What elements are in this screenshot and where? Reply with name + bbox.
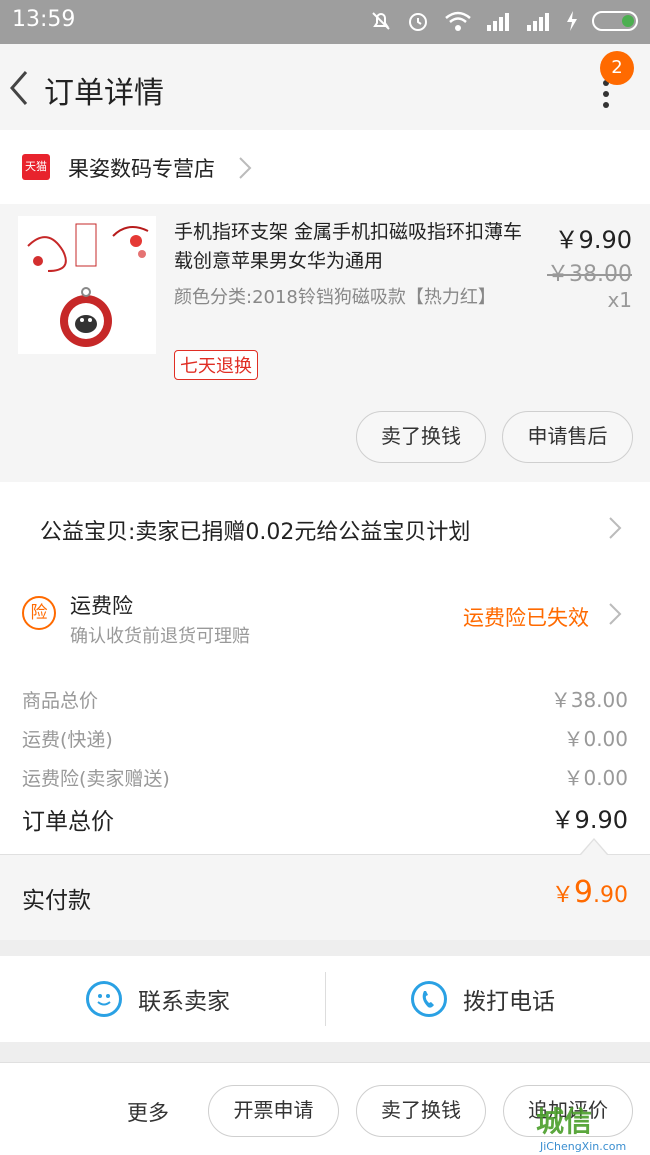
chevron-right-icon	[609, 603, 622, 625]
original-price: ￥38.00	[547, 262, 632, 287]
contact-seller-label: 联系卖家	[138, 989, 230, 1015]
after-sales-button[interactable]: 申请售后	[502, 411, 633, 463]
product-quantity: x1	[607, 288, 632, 312]
paid-row: 实付款 ￥9.90	[0, 854, 650, 940]
charity-row[interactable]: 公益宝贝:卖家已捐赠0.02元给公益宝贝计划	[0, 482, 650, 578]
signal-icon-2	[527, 13, 549, 31]
product-thumbnail[interactable]	[18, 216, 156, 354]
store-name[interactable]: 果姿数码专营店	[68, 153, 215, 183]
product-sku: 颜色分类:2018铃铛狗磁吸款【热力红】	[174, 287, 496, 308]
chat-face-icon	[86, 981, 122, 1017]
charging-icon	[567, 11, 577, 31]
sell-for-cash-button[interactable]: 卖了换钱	[356, 411, 486, 463]
watermark-sub: JiChengXin.com	[540, 1140, 627, 1153]
notification-badge: 2	[600, 51, 634, 85]
chevron-right-icon	[239, 157, 252, 179]
paid-label: 实付款	[22, 888, 91, 914]
shipping-insurance-row[interactable]: 险 运费险 确认收货前退货可理赔 运费险已失效	[0, 578, 650, 658]
sell-for-cash-button[interactable]: 卖了换钱	[356, 1085, 486, 1137]
status-bar: 13:59	[0, 0, 650, 44]
contact-bar: 联系卖家 拨打电话	[0, 956, 650, 1042]
status-time: 13:59	[12, 7, 76, 32]
product-title[interactable]: 手机指环支架 金属手机扣磁吸指环扣薄车载创意苹果男女华为通用	[174, 218, 534, 276]
invoice-request-button[interactable]: 开票申请	[208, 1085, 339, 1137]
insurance-title: 运费险	[70, 594, 133, 618]
battery-icon	[592, 11, 638, 31]
chevron-right-icon	[609, 517, 622, 539]
mute-bell-icon	[372, 12, 390, 30]
order-total-label: 订单总价	[22, 809, 114, 835]
status-icons	[370, 9, 638, 33]
wifi-icon	[445, 11, 471, 31]
call-phone-button[interactable]: 拨打电话	[411, 956, 555, 1042]
nav-header: 订单详情	[0, 44, 650, 130]
return-policy-tag: 七天退换	[174, 350, 258, 380]
alarm-icon	[409, 13, 427, 31]
back-arrow-icon[interactable]	[8, 68, 32, 108]
store-row[interactable]: 天猫 果姿数码专营店	[0, 130, 650, 204]
more-actions-button[interactable]: 更多	[127, 1097, 169, 1127]
watermark-main: 城信	[536, 1105, 593, 1138]
product-card[interactable]: 手机指环支架 金属手机扣磁吸指环扣薄车载创意苹果男女华为通用 颜色分类:2018…	[0, 204, 650, 482]
divider	[325, 972, 326, 1026]
site-watermark: 城信 JiChengXin.com	[532, 1100, 650, 1155]
cost-summary: 商品总价 ￥38.00 运费(快递) ￥0.00 运费险(卖家赠送) ￥0.00…	[0, 658, 650, 854]
signal-icon	[487, 13, 509, 31]
summary-label: 商品总价	[22, 690, 99, 712]
phone-icon	[411, 981, 447, 1017]
order-total-value: ￥9.90	[550, 806, 628, 834]
summary-label: 运费险(卖家赠送)	[22, 768, 170, 790]
summary-label: 运费(快递)	[22, 729, 113, 751]
tmall-logo-icon: 天猫	[22, 154, 50, 180]
product-price: ￥9.90	[554, 226, 632, 254]
page-title: 订单详情	[44, 76, 164, 111]
summary-value: ￥0.00	[563, 727, 628, 751]
contact-seller-button[interactable]: 联系卖家	[86, 956, 230, 1042]
insurance-icon: 险	[22, 596, 56, 630]
charity-text: 公益宝贝:卖家已捐赠0.02元给公益宝贝计划	[40, 520, 471, 545]
call-phone-label: 拨打电话	[463, 989, 555, 1015]
paid-amount: ￥9.90	[551, 875, 628, 910]
insurance-subtitle: 确认收货前退货可理赔	[70, 626, 250, 647]
summary-value: ￥0.00	[563, 766, 628, 790]
summary-value: ￥38.00	[550, 688, 628, 712]
insurance-status[interactable]: 运费险已失效	[463, 602, 589, 632]
product-image	[18, 216, 156, 354]
